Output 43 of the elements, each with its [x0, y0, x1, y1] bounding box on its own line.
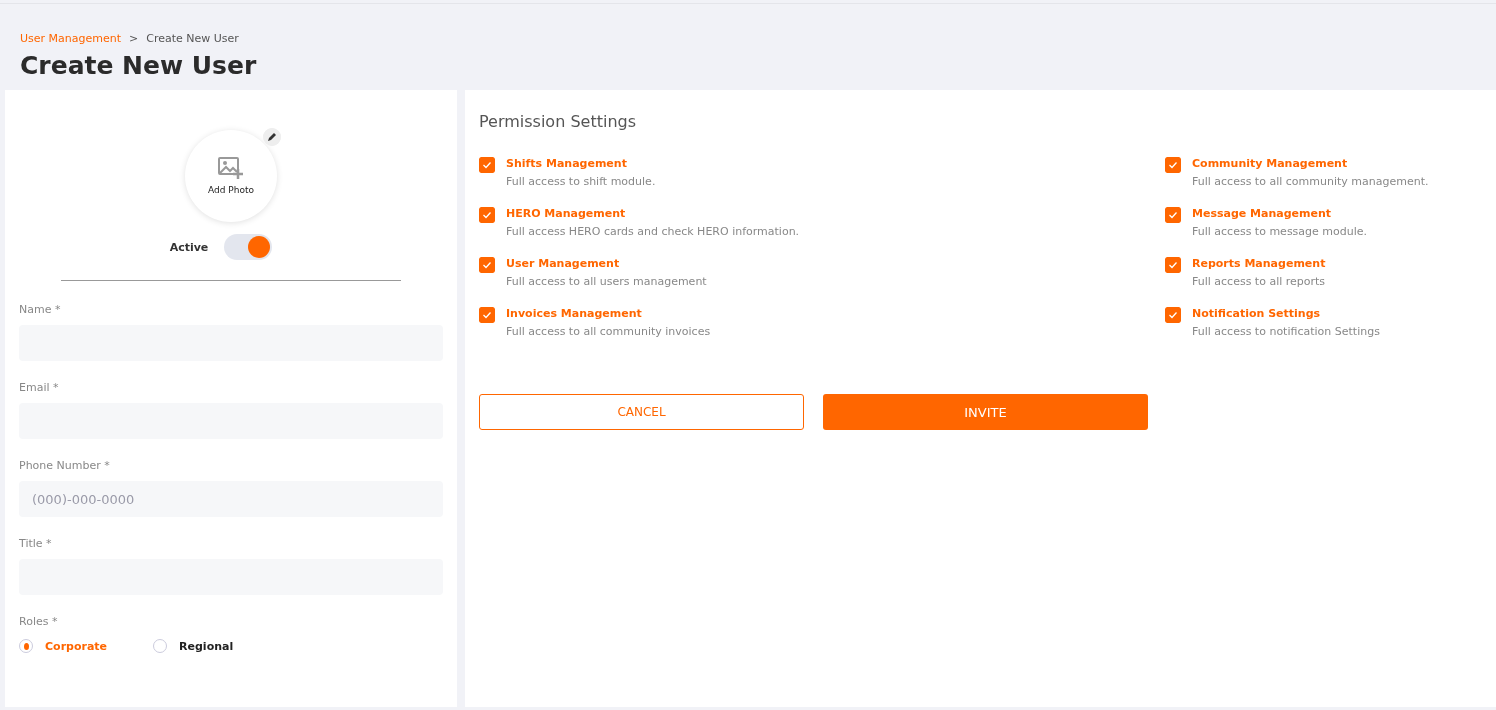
checkbox[interactable] — [1165, 157, 1181, 173]
role-radio[interactable]: Corporate — [19, 639, 108, 653]
field-label: Phone Number * — [19, 459, 111, 472]
checkbox[interactable] — [479, 157, 495, 173]
checkbox[interactable] — [1165, 257, 1181, 273]
permission-description: Full access HERO cards and check HERO information. — [506, 225, 800, 238]
permission-name: Reports Management — [1192, 257, 1326, 270]
permission-name: Community Management — [1192, 157, 1349, 170]
permission-description: Full access to message module. — [1192, 225, 1368, 238]
field-label: Title * — [19, 537, 53, 550]
permission-description: Full access to all community invoices — [506, 325, 711, 338]
image-plus-icon — [218, 157, 244, 179]
add-photo-button[interactable]: Add Photo — [185, 130, 277, 222]
breadcrumb-link[interactable]: User Management — [20, 32, 122, 45]
section-title: Permission Settings — [479, 112, 637, 131]
permission-description: Full access to shift module. — [506, 175, 656, 188]
breadcrumb-separator: > — [129, 32, 139, 45]
active-toggle[interactable] — [224, 234, 273, 260]
invite-button[interactable]: INVITE — [823, 394, 1148, 430]
role-radio[interactable]: Regional — [153, 639, 234, 653]
breadcrumb-current: Create New User — [146, 32, 239, 45]
permission-name: Shifts Management — [506, 157, 628, 170]
permission-name: User Management — [506, 257, 621, 270]
input-field[interactable]: (000)-000-0000 — [19, 481, 443, 517]
permission-description: Full access to all community management. — [1192, 175, 1429, 188]
permission-name: HERO Management — [506, 207, 627, 220]
checkbox[interactable] — [1165, 207, 1181, 223]
active-label: Active — [169, 240, 209, 254]
permission-description: Full access to all reports — [1192, 275, 1326, 288]
field-label: Roles * — [19, 615, 59, 628]
checkbox[interactable] — [479, 307, 495, 323]
field-label: Name * — [19, 303, 62, 316]
permission-name: Invoices Management — [506, 307, 643, 320]
permission-name: Message Management — [1192, 207, 1333, 220]
page-title: Create New User — [20, 51, 258, 80]
cancel-button[interactable]: CANCEL — [479, 394, 804, 430]
permission-description: Full access to notification Settings — [1192, 325, 1380, 338]
permission-name: Notification Settings — [1192, 307, 1322, 320]
checkbox[interactable] — [1165, 307, 1181, 323]
field-label: Email * — [19, 381, 60, 394]
checkbox[interactable] — [479, 257, 495, 273]
checkbox[interactable] — [479, 207, 495, 223]
permission-description: Full access to all users management — [506, 275, 707, 288]
